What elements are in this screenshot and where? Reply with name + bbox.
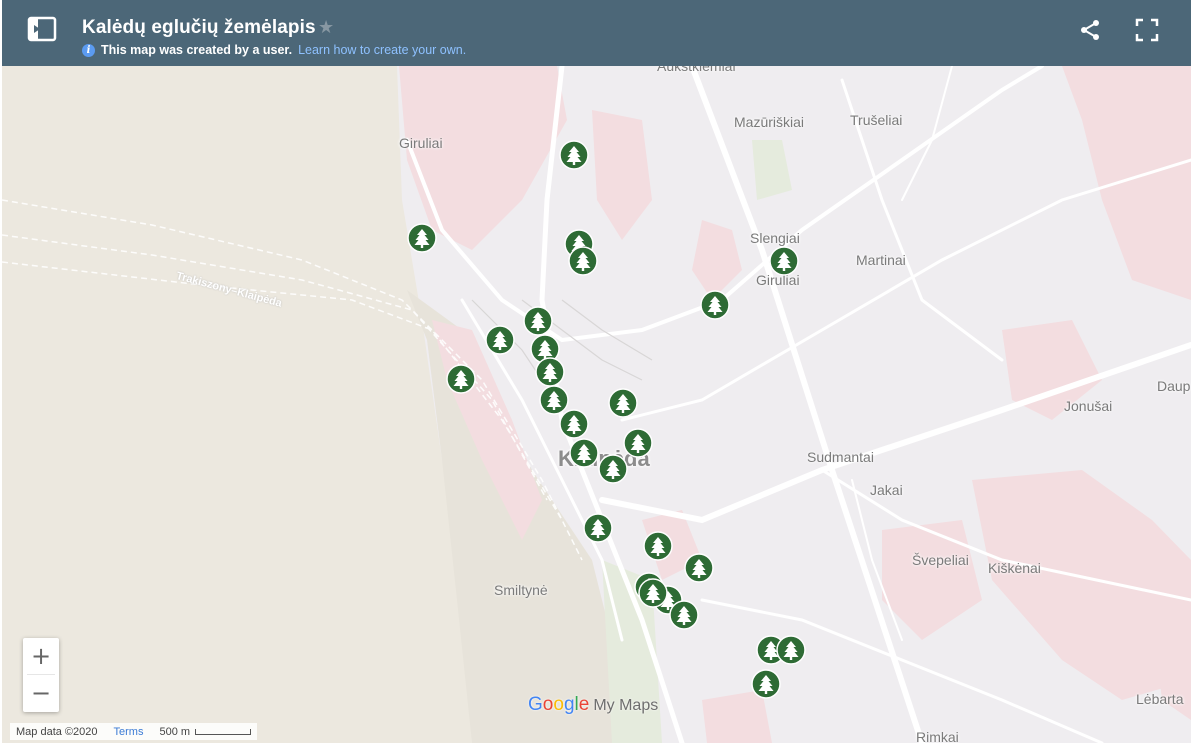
tree-marker[interactable] [407, 223, 437, 253]
christmas-tree-icon [485, 325, 515, 355]
place-label: Rimkai [916, 729, 959, 743]
map-frame: Aukštkiemiai Mazūriškiai Trušeliai Girul… [2, 0, 1191, 743]
tree-marker[interactable] [643, 531, 673, 561]
christmas-tree-icon [446, 364, 476, 394]
place-label: Švepeliai [912, 552, 969, 568]
place-label: Smiltynė [494, 582, 548, 598]
map-title: Kalėdų eglučių žemėlapis [82, 17, 316, 38]
christmas-tree-icon [769, 246, 799, 276]
christmas-tree-icon [751, 669, 781, 699]
tree-marker[interactable] [446, 364, 476, 394]
christmas-tree-icon [608, 388, 638, 418]
tree-marker[interactable] [485, 325, 515, 355]
place-label: Lėbarta [1136, 691, 1184, 707]
map-canvas[interactable] [2, 0, 1191, 743]
tree-marker[interactable] [684, 553, 714, 583]
tree-marker[interactable] [583, 513, 613, 543]
scale-bar [195, 728, 252, 735]
place-label: Jakai [870, 482, 903, 498]
christmas-tree-icon [535, 357, 565, 387]
tree-marker[interactable] [559, 409, 589, 439]
christmas-tree-icon [684, 553, 714, 583]
christmas-tree-icon [643, 531, 673, 561]
place-label: Jonušai [1064, 398, 1113, 414]
star-icon[interactable]: ★ [318, 17, 334, 38]
christmas-tree-icon [407, 223, 437, 253]
mymaps-wordmark: My Maps [593, 697, 659, 714]
tree-marker[interactable] [535, 357, 565, 387]
tree-marker[interactable] [608, 388, 638, 418]
tree-marker[interactable] [598, 454, 628, 484]
terms-link[interactable]: Terms [114, 726, 144, 738]
place-label: Sudmantai [807, 449, 874, 465]
zoom-in-button[interactable]: + [23, 638, 59, 674]
google-mymaps-logo: Google My Maps [528, 694, 658, 716]
christmas-tree-icon [559, 409, 589, 439]
christmas-tree-icon [559, 140, 589, 170]
tree-marker[interactable] [569, 438, 599, 468]
info-icon: i [82, 43, 95, 57]
christmas-tree-icon [598, 454, 628, 484]
tree-marker[interactable] [568, 246, 598, 276]
christmas-tree-icon [700, 290, 730, 320]
place-label: Kiškėnai [988, 560, 1041, 576]
place-label: Giruliai [399, 135, 443, 151]
christmas-tree-icon [569, 438, 599, 468]
tree-marker[interactable] [700, 290, 730, 320]
tree-marker[interactable] [751, 669, 781, 699]
tree-marker[interactable] [669, 600, 699, 630]
share-icon[interactable] [1078, 18, 1102, 42]
place-label: Slengiai [750, 230, 800, 246]
google-wordmark: Google [528, 694, 590, 715]
info-text: This map was created by a user. [101, 43, 293, 57]
learn-more-link[interactable]: Learn how to create your own. [298, 43, 466, 57]
zoom-out-button[interactable]: − [23, 675, 59, 711]
christmas-tree-icon [669, 600, 699, 630]
map-header: Kalėdų eglučių žemėlapis ★ i This map wa… [2, 0, 1191, 66]
sidebar-toggle-icon[interactable] [27, 16, 57, 42]
attribution-bar: Map data ©2020 Terms 500 m [10, 723, 258, 740]
christmas-tree-icon [776, 635, 806, 665]
map-data-label: Map data ©2020 [16, 725, 98, 738]
christmas-tree-icon [568, 246, 598, 276]
scale-indicator: 500 m [159, 726, 252, 738]
place-label: Daup [1157, 378, 1191, 394]
zoom-control: + − [23, 638, 59, 712]
tree-marker[interactable] [559, 140, 589, 170]
place-label: Martinai [856, 252, 906, 268]
tree-marker[interactable] [523, 306, 553, 336]
tree-marker[interactable] [776, 635, 806, 665]
fullscreen-icon[interactable] [1135, 18, 1159, 42]
place-label: Mazūriškiai [734, 114, 805, 130]
tree-marker[interactable] [769, 246, 799, 276]
map-info: i This map was created by a user. Learn … [82, 43, 466, 57]
christmas-tree-icon [638, 578, 668, 608]
place-label: Trušeliai [850, 112, 903, 128]
christmas-tree-icon [583, 513, 613, 543]
christmas-tree-icon [523, 306, 553, 336]
tree-marker[interactable] [638, 578, 668, 608]
